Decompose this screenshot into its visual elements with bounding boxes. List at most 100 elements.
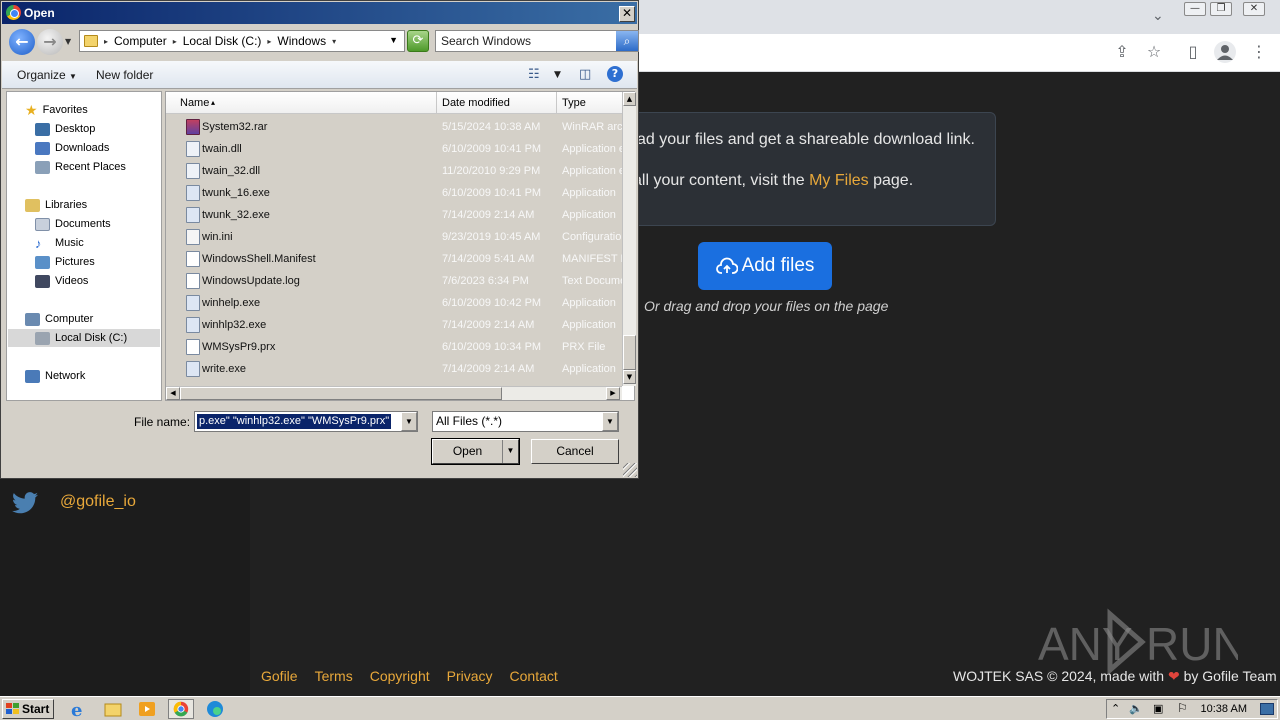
search-icon[interactable]: ⌕ bbox=[616, 31, 638, 51]
view-options-icon[interactable]: ☷ bbox=[528, 67, 540, 82]
column-separator[interactable] bbox=[556, 92, 557, 114]
twitter-icon[interactable] bbox=[12, 492, 38, 514]
nav-downloads[interactable]: Downloads bbox=[35, 139, 109, 157]
file-row[interactable]: winhlp32.exe 7/14/2009 2:14 AM Application bbox=[166, 314, 622, 336]
refresh-icon[interactable]: ⟳ bbox=[407, 30, 429, 52]
nav-recent-places[interactable]: Recent Places bbox=[35, 158, 126, 176]
column-date[interactable]: Date modified bbox=[442, 97, 510, 109]
nav-videos[interactable]: Videos bbox=[35, 272, 88, 290]
open-options-dropdown-icon[interactable]: ▼ bbox=[502, 440, 518, 463]
my-files-link[interactable]: My Files bbox=[809, 172, 869, 189]
menu-kebab-icon[interactable]: ⋮ bbox=[1249, 42, 1269, 62]
scroll-right-icon[interactable]: ▶ bbox=[606, 387, 620, 400]
nav-music[interactable]: ♪ Music bbox=[35, 234, 84, 252]
file-row[interactable]: System32.rar 5/15/2024 10:38 AM WinRAR arc bbox=[166, 116, 622, 138]
show-desktop-icon[interactable] bbox=[1260, 703, 1274, 715]
footer-link-copyright[interactable]: Copyright bbox=[370, 668, 430, 684]
action-center-flag-icon[interactable]: ⚐ bbox=[1177, 701, 1188, 715]
file-name-dropdown-icon[interactable]: ▼ bbox=[401, 412, 417, 431]
nav-local-disk[interactable]: Local Disk (C:) bbox=[8, 329, 160, 347]
file-type-filter[interactable]: All Files (*.*) ▼ bbox=[432, 411, 619, 432]
filter-dropdown-icon[interactable]: ▼ bbox=[602, 412, 618, 431]
breadcrumb-arrow-icon[interactable]: ▾ bbox=[332, 37, 336, 46]
breadcrumb-local-disk[interactable]: Local Disk (C:) bbox=[183, 34, 262, 48]
file-row[interactable]: twunk_32.exe 7/14/2009 2:14 AM Application bbox=[166, 204, 622, 226]
footer-link-terms[interactable]: Terms bbox=[315, 668, 353, 684]
footer-link-privacy[interactable]: Privacy bbox=[447, 668, 493, 684]
file-row[interactable]: WindowsUpdate.log 7/6/2023 6:34 PM Text Do… bbox=[166, 270, 622, 292]
add-files-button[interactable]: Add files bbox=[698, 242, 832, 290]
dialog-close-button[interactable]: ✕ bbox=[619, 6, 635, 22]
side-panel-icon[interactable]: ▯ bbox=[1183, 42, 1203, 62]
column-type[interactable]: Type bbox=[562, 97, 586, 109]
recent-pages-dropdown-icon[interactable]: ▼ bbox=[65, 37, 71, 46]
scroll-thumb[interactable] bbox=[623, 335, 636, 370]
restore-button[interactable]: ❐ bbox=[1210, 2, 1232, 16]
search-input[interactable]: Search Windows ⌕ bbox=[435, 30, 639, 52]
preview-pane-icon[interactable]: ◫ bbox=[579, 67, 591, 82]
minimize-button[interactable]: — bbox=[1184, 2, 1206, 16]
scroll-up-icon[interactable]: ▲ bbox=[623, 92, 636, 106]
edge-icon[interactable] bbox=[204, 699, 226, 719]
file-row[interactable]: WindowsShell.Manifest 7/14/2009 5:41 AM MA… bbox=[166, 248, 622, 270]
twitter-handle-link[interactable]: @gofile_io bbox=[60, 493, 136, 511]
file-row[interactable]: write.exe 7/14/2009 2:14 AM Application bbox=[166, 358, 622, 380]
clock[interactable]: 10:38 AM bbox=[1201, 703, 1247, 715]
column-name[interactable]: Name bbox=[180, 97, 209, 109]
nav-libraries[interactable]: Libraries bbox=[25, 196, 87, 214]
resize-grip-icon[interactable] bbox=[623, 463, 637, 477]
address-dropdown-icon[interactable]: ▼ bbox=[389, 35, 398, 45]
view-dropdown-icon[interactable]: ▼ bbox=[554, 70, 561, 80]
vertical-scrollbar[interactable]: ▲ ▼ bbox=[622, 92, 636, 386]
scroll-down-icon[interactable]: ▼ bbox=[623, 370, 636, 384]
nav-pictures[interactable]: Pictures bbox=[35, 253, 95, 271]
nav-network[interactable]: Network bbox=[25, 367, 85, 385]
breadcrumb-computer[interactable]: Computer bbox=[114, 34, 167, 48]
file-row[interactable]: twain.dll 6/10/2009 10:41 PM Application e bbox=[166, 138, 622, 160]
breadcrumb-arrow-icon[interactable]: ▸ bbox=[173, 37, 177, 46]
nav-favorites[interactable]: ★ Favorites bbox=[25, 101, 88, 119]
close-window-button[interactable]: ✕ bbox=[1243, 2, 1265, 16]
file-ini-icon bbox=[186, 229, 200, 245]
bookmark-star-icon[interactable]: ☆ bbox=[1144, 42, 1164, 62]
new-folder-button[interactable]: New folder bbox=[96, 68, 153, 82]
file-row[interactable]: WMSysPr9.prx 6/10/2009 10:34 PM PRX File bbox=[166, 336, 622, 358]
help-icon[interactable]: ? bbox=[607, 66, 623, 82]
footer-link-gofile[interactable]: Gofile bbox=[261, 668, 298, 684]
column-separator[interactable] bbox=[436, 92, 437, 114]
file-row[interactable]: win.ini 9/23/2019 10:45 AM Configuratio bbox=[166, 226, 622, 248]
breadcrumb-windows[interactable]: Windows bbox=[277, 34, 326, 48]
ie-icon[interactable]: e bbox=[68, 699, 90, 719]
breadcrumb-arrow-icon[interactable]: ▸ bbox=[267, 37, 271, 46]
forward-arrow-icon[interactable]: → bbox=[37, 29, 63, 55]
chrome-taskbar-icon[interactable] bbox=[168, 699, 194, 719]
start-button[interactable]: Start bbox=[2, 699, 54, 719]
media-player-icon[interactable] bbox=[136, 699, 158, 719]
share-icon[interactable]: ⇪ bbox=[1112, 42, 1132, 62]
breadcrumb-arrow-icon[interactable]: ▸ bbox=[104, 37, 108, 46]
address-bar[interactable]: ▸ Computer ▸ Local Disk (C:) ▸ Windows ▾… bbox=[79, 30, 405, 52]
volume-icon[interactable]: 🔈 bbox=[1129, 702, 1143, 715]
file-type: Application e bbox=[562, 165, 622, 177]
scroll-left-icon[interactable]: ◀ bbox=[166, 387, 180, 400]
horizontal-scrollbar[interactable]: ◀ ▶ bbox=[166, 386, 622, 400]
file-name-input[interactable]: p.exe" "winhlp32.exe" "WMSysPr9.prx" ▼ bbox=[194, 411, 418, 432]
network-tray-icon[interactable]: ▣ bbox=[1153, 702, 1163, 715]
open-button[interactable]: Open ▼ bbox=[431, 438, 520, 465]
file-prx-icon bbox=[186, 339, 200, 355]
nav-desktop[interactable]: Desktop bbox=[35, 120, 95, 138]
nav-computer[interactable]: Computer bbox=[25, 310, 93, 328]
back-arrow-icon[interactable]: ← bbox=[9, 29, 35, 55]
profile-avatar-icon[interactable] bbox=[1214, 41, 1236, 63]
hscroll-thumb[interactable] bbox=[180, 387, 502, 400]
tray-expand-icon[interactable]: ⌃ bbox=[1111, 702, 1120, 715]
organize-button[interactable]: Organize ▼ bbox=[17, 68, 77, 82]
file-row[interactable]: twain_32.dll 11/20/2010 9:29 PM Applicatio… bbox=[166, 160, 622, 182]
explorer-folder-icon[interactable] bbox=[102, 699, 124, 719]
file-row[interactable]: twunk_16.exe 6/10/2009 10:41 PM Applicatio… bbox=[166, 182, 622, 204]
nav-documents[interactable]: Documents bbox=[35, 215, 111, 233]
footer-link-contact[interactable]: Contact bbox=[510, 668, 558, 684]
cancel-button[interactable]: Cancel bbox=[531, 439, 619, 464]
tab-search-chevron-icon[interactable]: ⌄ bbox=[1152, 8, 1164, 24]
file-row[interactable]: winhelp.exe 6/10/2009 10:42 PM Application bbox=[166, 292, 622, 314]
